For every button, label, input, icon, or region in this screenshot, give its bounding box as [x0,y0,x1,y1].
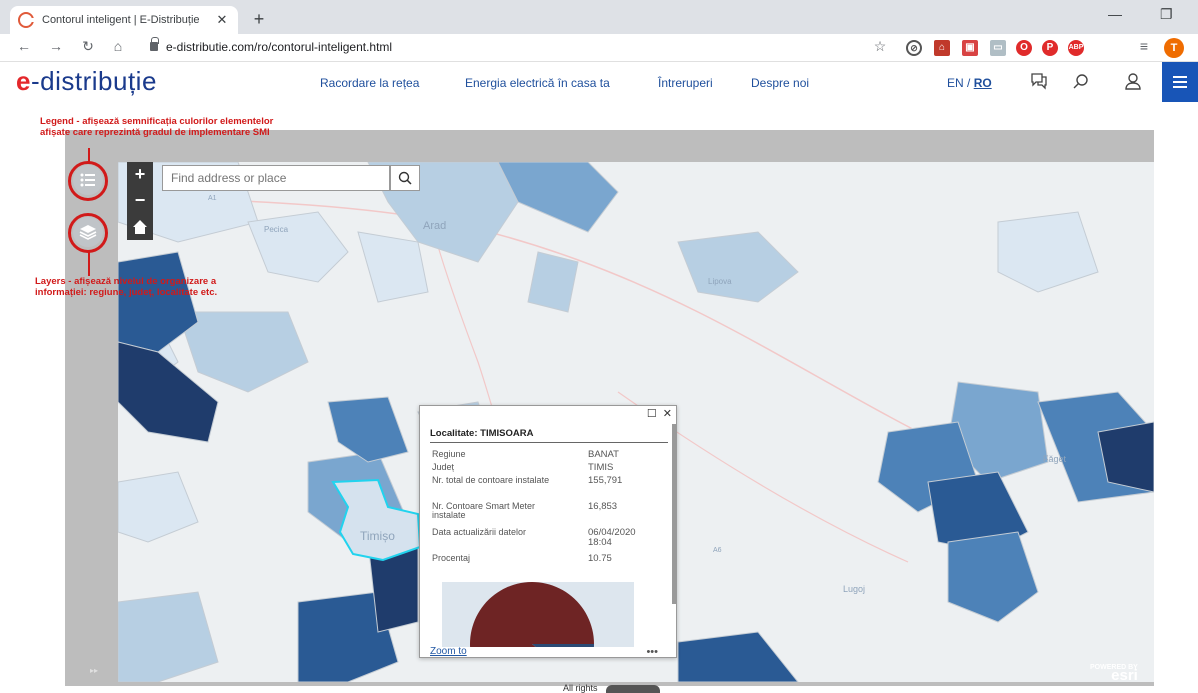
map-search-button[interactable] [390,165,420,191]
esri-logo-text: esri [1111,667,1138,684]
popup-close-icon[interactable]: ✕ [663,408,672,420]
expand-panel-icon[interactable]: ▸▸ [90,666,98,675]
support-chat-icon[interactable] [1028,70,1050,92]
place-label-timisoara: Timișo [360,529,395,543]
more-actions-icon[interactable]: ••• [646,646,658,658]
scroll-up-tab[interactable] [606,685,660,693]
pinterest-extension-icon[interactable]: P [1042,40,1058,56]
cast-extension-icon[interactable]: ▭ [990,40,1006,56]
lang-ro[interactable]: RO [974,76,992,90]
back-arrow-icon[interactable]: ← [14,38,34,54]
address-bar[interactable]: e-distributie.com/ro/contorul-inteligent… [166,40,392,54]
legend-annotation-pointer [88,148,90,162]
popup-value-data-actualizare: 06/04/2020 18:04 [588,527,636,548]
place-label-faget: Făget [1043,454,1067,464]
pie-slice-smart-meter [532,644,594,647]
browser-tab[interactable]: Contorul inteligent | E-Distribuție ✕ [10,6,238,34]
forward-arrow-icon[interactable]: → [46,38,66,54]
road-label-a1: A1 [208,195,217,202]
map-home-button[interactable] [127,214,153,240]
logo-text: -distribuție [30,66,157,96]
reload-icon[interactable]: ↻ [78,38,98,55]
restore-window-icon[interactable]: ❐ [1160,6,1173,23]
lang-en[interactable]: EN [947,76,964,90]
popup-label-data-actualizare: Data actualizării datelor [432,527,527,537]
opera-extension-icon[interactable]: O [1016,40,1032,56]
road-label-a6: A6 [713,547,722,554]
reading-list-icon[interactable]: ≡ [1134,38,1154,54]
search-icon [398,171,412,185]
zoom-in-button[interactable]: + [127,162,153,188]
popup-maximize-icon[interactable]: ☐ [647,408,657,420]
profile-avatar[interactable]: T [1164,38,1184,58]
nav-energia[interactable]: Energia electrică în casa ta [465,76,610,90]
site-header: e-distribuție Racordare la rețea Energia… [0,62,1198,102]
lang-separator: / [963,76,974,90]
popup-label-smart-meter: Nr. Contoare Smart Meter instalate [432,501,536,520]
popup-value-regiune: BANAT [588,449,619,460]
home-icon[interactable]: ⌂ [108,38,128,54]
nav-despre-noi[interactable]: Despre noi [751,76,809,90]
place-label-lugoj: Lugoj [843,584,865,594]
home-icon [133,220,147,234]
bookmark-star-icon[interactable]: ☆ [870,38,890,55]
popup-value-smart-meter: 16,853 [588,501,618,512]
pie-chart-svg [470,582,594,647]
popup-label-total-contoare: Nr. total de contoare instalate [432,475,550,485]
layers-annotation-ring [68,213,108,253]
esri-attribution: POWERED BY esri [1090,664,1138,684]
popup-scrollbar[interactable] [672,424,676,604]
popup-label-judet: Județ [432,462,455,472]
copyright-text: All rights [563,683,598,693]
zoom-to-link[interactable]: Zoom to [430,646,467,657]
tab-title: Contorul inteligent | E-Distribuție [42,14,200,26]
popup-value-judet: TIMIS [588,462,614,473]
user-account-icon[interactable] [1122,70,1144,92]
adblock-extension-icon[interactable]: ABP [1068,40,1084,56]
menu-hamburger-icon[interactable] [1162,62,1198,102]
screen: Contorul inteligent | E-Distribuție ✕ + … [0,0,1198,693]
popup-divider [430,442,668,443]
popup-value-total-contoare: 155,791 [588,475,623,486]
layers-annotation-pointer [88,252,90,276]
minimize-icon[interactable]: — [1108,6,1122,22]
language-switcher: EN / RO [947,76,992,90]
place-label-pecica: Pecica [264,225,289,234]
tab-close-icon[interactable]: ✕ [214,12,230,28]
popup-label-regiune: Regiune [432,449,466,459]
lock-icon[interactable] [150,37,159,51]
browser-toolbar: ← → ↻ ⌂ e-distributie.com/ro/contorul-in… [0,34,1198,62]
popup-pie-chart [442,582,634,647]
logo-e: e [16,66,31,96]
mail-extension-icon[interactable]: ▣ [962,40,978,56]
browser-tab-strip: Contorul inteligent | E-Distribuție ✕ + … [0,0,1198,34]
place-label-arad: Arad [423,220,446,232]
legend-annotation-ring [68,161,108,201]
layers-annotation: Layers - afișează nivelul de organizare … [35,276,218,298]
site-favicon-icon [18,12,34,28]
zoom-out-button[interactable]: − [127,188,153,214]
pdf-extension-icon[interactable]: ⌂ [934,40,950,56]
popup-value-procentaj: 10.75 [588,553,612,564]
popup-header-actions: ☐ ✕ [644,407,672,420]
site-logo[interactable]: e-distribuție [16,66,157,97]
popup-title: Localitate: TIMISOARA [430,428,534,439]
feature-info-popup: ☐ ✕ Localitate: TIMISOARA Regiune BANAT … [419,405,677,658]
nav-intreruperi[interactable]: Întreruperi [658,76,713,90]
map-search-input[interactable] [162,165,390,191]
legend-annotation: Legend - afișează semnificația culorilor… [40,116,274,138]
new-tab-button[interactable]: + [248,9,270,31]
block-extension-icon[interactable]: ⊘ [906,40,922,56]
pie-slice-other [470,582,594,647]
place-label-lipova: Lipova [708,277,732,286]
nav-racordare[interactable]: Racordare la rețea [320,76,419,90]
popup-label-procentaj: Procentaj [432,553,471,563]
search-icon[interactable] [1070,70,1092,92]
